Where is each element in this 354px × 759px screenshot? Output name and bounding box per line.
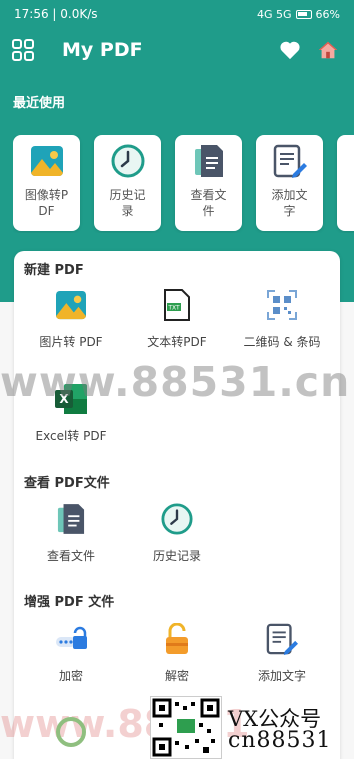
- section-title-view-pdf: 查看 PDF文件: [24, 476, 110, 491]
- qr-code-image: [150, 696, 222, 759]
- app-title: My PDF: [62, 39, 143, 61]
- recent-item-image-to-pdf[interactable]: 图像转PDF: [13, 135, 80, 231]
- txt-file-icon: TXT: [159, 287, 195, 323]
- app-bar: My PDF: [0, 30, 354, 70]
- tool-label: 加密: [58, 669, 83, 683]
- recent-item-label: 历史记录: [109, 188, 146, 218]
- status-time: 17:56 | 0.0K/s: [14, 7, 98, 21]
- battery-icon: [295, 9, 312, 19]
- edit-document-icon: [272, 143, 308, 179]
- recent-section-title: 最近使用: [13, 96, 66, 111]
- tool-label: 图片转 PDF: [39, 335, 103, 349]
- document-icon: [53, 501, 89, 537]
- tool-history[interactable]: 历史记录: [123, 501, 231, 564]
- watermark-cn-text: cn88531: [228, 728, 332, 753]
- qr-scan-icon: [264, 287, 300, 323]
- image-icon: [53, 287, 89, 323]
- unlock-icon: [159, 621, 195, 657]
- recent-item-label: 图像转PDF: [24, 188, 69, 218]
- status-bar: 17:56 | 0.0K/s 4G 5G 66%: [0, 0, 354, 28]
- recent-item-partial[interactable]: [337, 135, 354, 231]
- tool-label: 查看文件: [46, 549, 95, 563]
- battery-level: 66%: [315, 7, 340, 21]
- tool-decrypt[interactable]: 解密: [123, 621, 231, 684]
- document-icon: [191, 143, 227, 179]
- watermark-text: www.88531.cn: [0, 358, 351, 406]
- tool-label: 文本转PDF: [147, 335, 207, 349]
- clock-icon: [110, 143, 146, 179]
- password-lock-icon: [53, 621, 89, 657]
- recent-item-label: 添加文字: [271, 188, 308, 218]
- section-title-enhance-pdf: 增强 PDF 文件: [24, 595, 115, 610]
- grid-menu-icon[interactable]: [12, 39, 34, 61]
- heart-icon[interactable]: [276, 36, 304, 64]
- tool-label: Excel转 PDF: [35, 429, 107, 443]
- edit-document-icon: [264, 621, 300, 657]
- tool-text-to-pdf[interactable]: TXT 文本转PDF: [123, 287, 231, 350]
- recent-item-view-files[interactable]: 查看文件: [175, 135, 242, 231]
- tool-label: 解密: [164, 669, 189, 683]
- tool-view-files[interactable]: 查看文件: [17, 501, 125, 564]
- image-icon: [29, 143, 65, 179]
- svg-text:TXT: TXT: [167, 305, 180, 312]
- tool-label: 添加文字: [257, 669, 306, 683]
- section-title-new-pdf: 新建 PDF: [24, 263, 84, 278]
- clock-icon: [159, 501, 195, 537]
- recent-item-label: 查看文件: [190, 188, 227, 218]
- recent-list: 图像转PDF 历史记录 查看文件 添加文字: [13, 135, 354, 233]
- home-icon[interactable]: [314, 36, 342, 64]
- tool-image-to-pdf[interactable]: 图片转 PDF: [17, 287, 125, 350]
- tool-encrypt[interactable]: 加密: [17, 621, 125, 684]
- recent-item-history[interactable]: 历史记录: [94, 135, 161, 231]
- tool-label: 历史记录: [152, 549, 201, 563]
- tool-qr-barcode[interactable]: 二维码 & 条码: [228, 287, 336, 350]
- tool-add-text[interactable]: 添加文字: [228, 621, 336, 684]
- recent-item-add-text[interactable]: 添加文字: [256, 135, 323, 231]
- status-right: 4G 5G 66%: [257, 8, 340, 21]
- signal-indicator: 4G 5G: [257, 7, 292, 21]
- tools-panel: 新建 PDF 图片转 PDF TXT 文本转PDF 二维码 & 条码 X Exc…: [14, 251, 340, 759]
- partial-tool-icon: [56, 717, 86, 747]
- tool-label: 二维码 & 条码: [243, 335, 321, 349]
